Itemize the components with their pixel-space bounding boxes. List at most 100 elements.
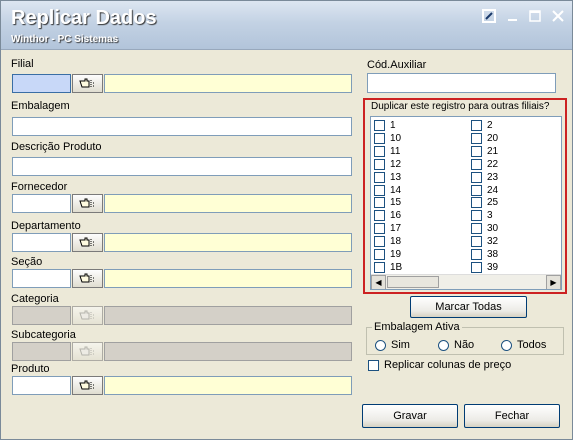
departamento-description-input[interactable] (104, 233, 352, 252)
maximize-icon[interactable] (527, 8, 543, 24)
filial-checkbox-label: 19 (390, 249, 402, 260)
radio-sim-label: Sim (391, 339, 410, 351)
filial-checkbox[interactable] (471, 171, 482, 183)
departamento-label: Departamento (11, 220, 81, 232)
radio-sim[interactable] (375, 340, 386, 351)
secao-code-input[interactable] (12, 269, 71, 288)
filial-checkbox-label: 39 (487, 261, 499, 273)
marcar-todas-button[interactable]: Marcar Todas (410, 296, 527, 318)
filial-checkbox-label: 1 (390, 120, 396, 131)
filial-checkbox[interactable] (471, 145, 482, 157)
categoria-code-input (12, 306, 71, 325)
cod-auxiliar-label: Cód.Auxiliar (367, 59, 427, 71)
filial-checkbox-label: 1B (390, 261, 403, 273)
filial-checkbox-label: 15 (390, 197, 402, 209)
pointing-hand-icon (79, 237, 95, 247)
edit-icon[interactable] (481, 8, 497, 24)
duplicar-filiais-label: Duplicar este registro para outras filia… (371, 101, 550, 112)
filiais-checklist[interactable]: 1 10 11 12 13 14 15 16 17 18 19 1B 2 20 21 22 23 24 25 3 30… (370, 116, 562, 290)
filial-checkbox[interactable] (374, 249, 385, 260)
filial-checkbox[interactable] (471, 210, 482, 222)
produto-lookup-button[interactable] (72, 376, 103, 395)
categoria-label: Categoria (11, 293, 59, 305)
title-bar: Replicar Dados Winthor - PC Sistemas (1, 1, 572, 50)
radio-nao[interactable] (438, 340, 449, 351)
filial-checkbox[interactable] (471, 132, 482, 144)
filial-checkbox[interactable] (374, 197, 385, 209)
filial-checkbox-label: 18 (390, 236, 402, 248)
filial-checkbox[interactable] (471, 236, 482, 248)
descricao-produto-label: Descrição Produto (11, 141, 102, 153)
scrollbar-thumb[interactable] (387, 276, 439, 288)
categoria-lookup-button (72, 306, 103, 325)
filial-checkbox[interactable] (374, 132, 385, 144)
departamento-code-input[interactable] (12, 233, 71, 252)
filial-checkbox[interactable] (374, 120, 385, 131)
filial-checkbox[interactable] (471, 158, 482, 170)
fornecedor-lookup-button[interactable] (72, 194, 103, 213)
descricao-produto-input[interactable] (12, 157, 352, 176)
filial-checkbox-label: 11 (390, 145, 401, 157)
filial-lookup-button[interactable] (72, 74, 103, 93)
filial-checkbox[interactable] (471, 249, 482, 260)
window-subtitle: Winthor - PC Sistemas (11, 34, 119, 45)
filial-checkbox-label: 12 (390, 158, 402, 170)
filial-checkbox[interactable] (471, 261, 482, 273)
scroll-left-button[interactable]: ◀ (371, 275, 386, 289)
filial-checkbox-label: 25 (487, 197, 499, 209)
produto-code-input[interactable] (12, 376, 71, 395)
filial-checkbox-label: 17 (390, 223, 402, 235)
replicar-colunas-label: Replicar colunas de preço (384, 359, 512, 371)
filial-checkbox-label: 14 (390, 184, 402, 196)
filial-checkbox-label: 32 (487, 236, 499, 248)
pointing-hand-icon (79, 380, 95, 390)
pointing-hand-icon (79, 198, 95, 208)
radio-todos[interactable] (501, 340, 512, 351)
embalagem-input[interactable] (12, 117, 352, 136)
replicar-colunas-checkbox[interactable] (368, 360, 379, 371)
filial-checkbox[interactable] (471, 184, 482, 196)
categoria-description-input (104, 306, 352, 325)
filial-checkbox[interactable] (471, 120, 482, 131)
fornecedor-code-input[interactable] (12, 194, 71, 213)
filial-checkbox[interactable] (374, 158, 385, 170)
gravar-button[interactable]: Gravar (362, 404, 458, 428)
subcategoria-code-input (12, 342, 71, 361)
departamento-lookup-button[interactable] (72, 233, 103, 252)
filial-checkbox[interactable] (471, 223, 482, 235)
produto-label: Produto (11, 363, 50, 375)
pointing-hand-icon (79, 310, 95, 320)
fornecedor-description-input[interactable] (104, 194, 352, 213)
filial-checkbox-label: 38 (487, 249, 499, 260)
fechar-button[interactable]: Fechar (464, 404, 560, 428)
filial-checkbox-label: 3 (487, 210, 493, 222)
filial-checkbox[interactable] (374, 145, 385, 157)
filial-checkbox[interactable] (374, 171, 385, 183)
close-icon[interactable] (550, 8, 566, 24)
scroll-right-button[interactable]: ▶ (546, 275, 561, 289)
filial-checkbox[interactable] (374, 210, 385, 222)
cod-auxiliar-input[interactable] (367, 73, 556, 93)
filial-checkbox[interactable] (374, 261, 385, 273)
pointing-hand-icon (79, 273, 95, 283)
filial-description-input[interactable] (104, 74, 352, 93)
filial-checkbox-label: 21 (487, 145, 499, 157)
subcategoria-lookup-button (72, 342, 103, 361)
filial-label: Filial (11, 58, 34, 70)
filial-checkbox-label: 2 (487, 120, 493, 131)
secao-description-input[interactable] (104, 269, 352, 288)
filial-checkbox[interactable] (374, 223, 385, 235)
filial-code-input[interactable] (12, 74, 71, 93)
filial-checkbox-label: 16 (390, 210, 402, 222)
filial-checkbox[interactable] (374, 184, 385, 196)
fornecedor-label: Fornecedor (11, 181, 68, 193)
radio-todos-label: Todos (517, 339, 547, 351)
horizontal-scrollbar[interactable]: ◀ ▶ (371, 274, 561, 289)
minimize-icon[interactable] (505, 8, 521, 24)
filial-checkbox-label: 22 (487, 158, 499, 170)
filial-checkbox[interactable] (374, 236, 385, 248)
secao-lookup-button[interactable] (72, 269, 103, 288)
embalagem-ativa-label: Embalagem Ativa (372, 321, 462, 333)
produto-description-input[interactable] (104, 376, 352, 395)
filial-checkbox[interactable] (471, 197, 482, 209)
